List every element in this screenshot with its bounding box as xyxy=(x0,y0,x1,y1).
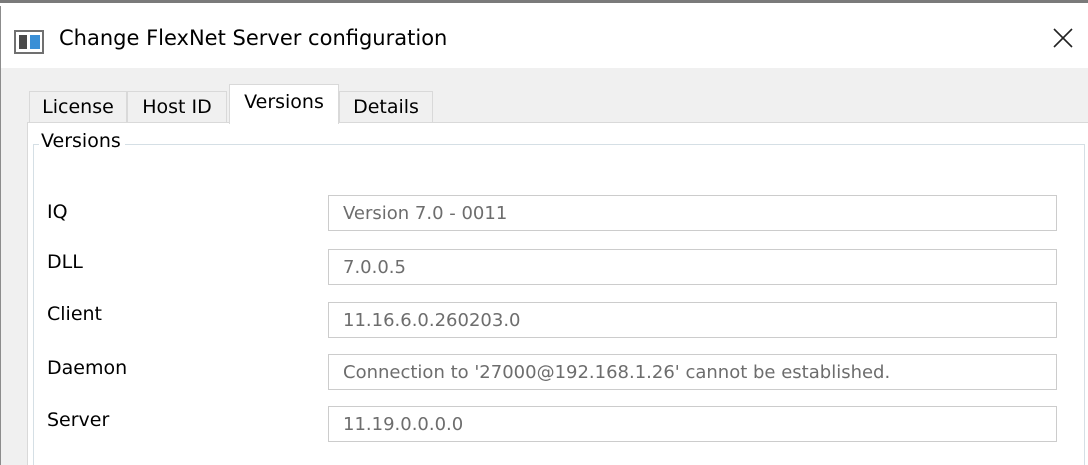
tab-details-label: Details xyxy=(353,96,419,118)
application-window-icon xyxy=(14,30,44,54)
versions-group-label: Versions xyxy=(39,130,125,152)
window-left-edge xyxy=(0,68,10,465)
tab-versions-label: Versions xyxy=(244,91,324,113)
title-bar[interactable]: Change FlexNet Server configuration xyxy=(0,6,1088,68)
dialog-window: Change FlexNet Server configuration Lice… xyxy=(0,0,1088,465)
iq-label: IQ xyxy=(47,201,68,223)
iq-version-field[interactable]: Version 7.0 - 0011 xyxy=(328,195,1057,231)
close-icon xyxy=(1053,28,1073,48)
dll-version-field[interactable]: 7.0.0.5 xyxy=(328,249,1057,285)
client-version-field[interactable]: 11.16.6.0.260203.0 xyxy=(328,302,1057,338)
tab-license-label: License xyxy=(42,96,114,118)
tab-host-id-label: Host ID xyxy=(142,96,212,118)
tab-versions[interactable]: Versions xyxy=(229,84,339,124)
server-version-field[interactable]: 11.19.0.0.0.0 xyxy=(328,406,1057,442)
server-label: Server xyxy=(47,409,110,431)
window-title: Change FlexNet Server configuration xyxy=(59,26,448,50)
tab-host-id[interactable]: Host ID xyxy=(127,91,227,123)
dll-label: DLL xyxy=(47,251,83,273)
daemon-version-field[interactable]: Connection to '27000@192.168.1.26' canno… xyxy=(328,354,1057,390)
close-button[interactable] xyxy=(1041,16,1085,60)
tab-license[interactable]: License xyxy=(29,91,127,123)
daemon-label: Daemon xyxy=(47,357,128,379)
tab-details[interactable]: Details xyxy=(339,91,433,123)
client-label: Client xyxy=(47,303,103,325)
